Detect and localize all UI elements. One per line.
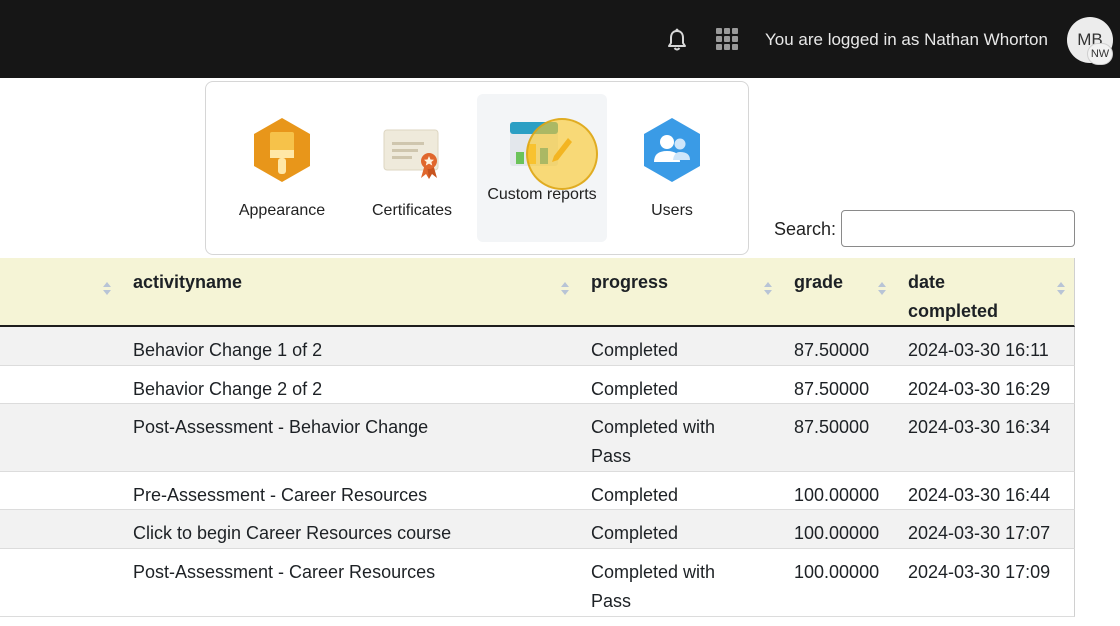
admin-tools-popover: Appearance Certificates Custom reports U… [205,81,749,255]
cell-progress: Completed [591,523,679,543]
menu-item-certificates[interactable]: Certificates [347,94,477,242]
cell-activityname: Click to begin Career Resources course [133,523,452,543]
cell-date-completed: 2024-03-30 16:34 [908,417,1051,437]
column-header-date-completed[interactable]: date completed [908,268,1018,326]
table-row: Click to begin Career Resources course C… [0,510,1075,549]
users-hexagon-icon [644,118,700,182]
cell-activityname: Pre-Assessment - Career Resources [133,485,428,505]
table-row: Post-Assessment - Career Resources Compl… [0,549,1075,617]
cell-progress: Completed [591,379,679,399]
column-header-activityname[interactable]: activityname [133,268,242,297]
sort-icon[interactable] [1057,282,1065,300]
click-highlight [526,118,598,190]
report-table: activityname progress grade date complet… [0,258,1075,617]
cell-progress: Completed [591,485,679,505]
cell-date-completed: 2024-03-30 16:11 [908,340,1049,360]
column-header-grade[interactable]: grade [794,268,843,297]
table-row: Behavior Change 1 of 2 Completed 87.5000… [0,327,1075,366]
app-grid-icon[interactable] [716,28,738,50]
cell-grade: 87.50000 [794,379,870,399]
menu-item-custom-reports[interactable]: Custom reports [477,94,607,242]
cell-activityname: Behavior Change 2 of 2 [133,379,323,399]
cell-activityname: Post-Assessment - Career Resources [133,562,436,582]
menu-item-label: Users [651,202,693,219]
cell-progress: Completed [591,340,679,360]
paintbrush-hexagon-icon [254,118,310,182]
cell-activityname: Behavior Change 1 of 2 [133,340,323,360]
cell-grade: 87.50000 [794,340,870,360]
cell-grade: 100.00000 [794,485,880,505]
cell-date-completed: 2024-03-30 16:44 [908,485,1051,505]
logged-in-user-text: You are logged in as Nathan Whorton [765,30,1048,49]
cell-date-completed: 2024-03-30 17:09 [908,562,1051,582]
sort-icon[interactable] [561,282,569,300]
cell-activityname: Post-Assessment - Behavior Change [133,417,429,437]
cell-grade: 87.50000 [794,417,870,437]
cell-progress: Completed with Pass [591,417,716,466]
table-row: Post-Assessment - Behavior Change Comple… [0,404,1075,472]
menu-item-label: Appearance [238,202,326,219]
cell-date-completed: 2024-03-30 16:29 [908,379,1051,399]
table-header-row: activityname progress grade date complet… [0,258,1075,327]
cell-grade: 100.00000 [794,523,880,543]
cell-date-completed: 2024-03-30 17:07 [908,523,1051,543]
cell-grade: 100.00000 [794,562,880,582]
top-navbar: You are logged in as Nathan Whorton MB N… [0,0,1120,78]
table-row: Pre-Assessment - Career Resources Comple… [0,472,1075,510]
column-header-progress[interactable]: progress [591,268,668,297]
certificate-ribbon-icon [383,129,439,179]
menu-item-users[interactable]: Users [607,94,737,242]
search-input[interactable] [841,210,1075,247]
sort-icon[interactable] [103,282,111,300]
search-label: Search: [774,219,837,239]
menu-item-appearance[interactable]: Appearance [217,94,347,242]
sort-icon[interactable] [878,282,886,300]
table-row: Behavior Change 2 of 2 Completed 87.5000… [0,366,1075,404]
cell-progress: Completed with Pass [591,562,716,611]
login-as-badge: NW [1087,43,1113,65]
sort-icon[interactable] [764,282,772,300]
menu-item-label: Custom reports [487,186,597,203]
menu-item-label: Certificates [371,202,453,219]
bell-icon[interactable] [666,28,688,52]
